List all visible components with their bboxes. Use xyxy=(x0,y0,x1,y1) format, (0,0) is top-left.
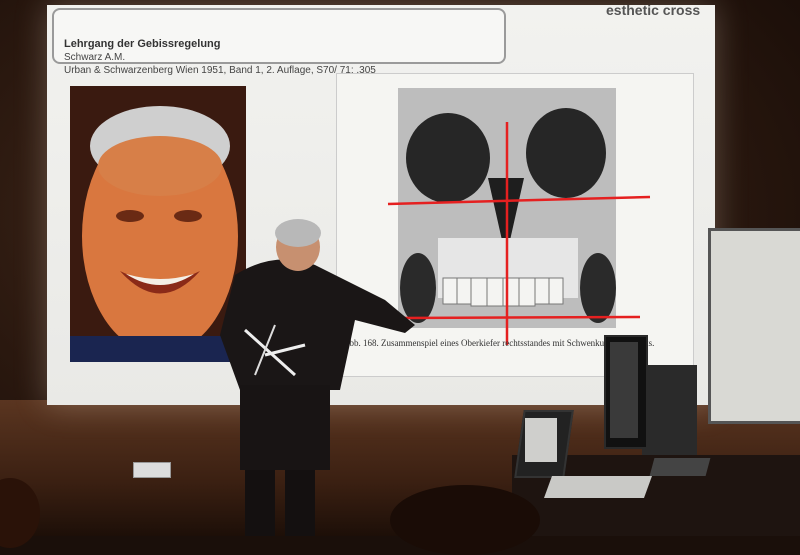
horizontal-line-upper xyxy=(387,195,651,206)
laptop-keyboard xyxy=(543,476,653,498)
presenter xyxy=(215,215,465,536)
whiteboard xyxy=(708,228,800,424)
computer-tower xyxy=(642,365,697,455)
monitor-screen xyxy=(610,342,638,438)
keyboard xyxy=(649,458,711,476)
audience-head-center xyxy=(390,485,540,555)
laptop-display xyxy=(525,418,557,462)
